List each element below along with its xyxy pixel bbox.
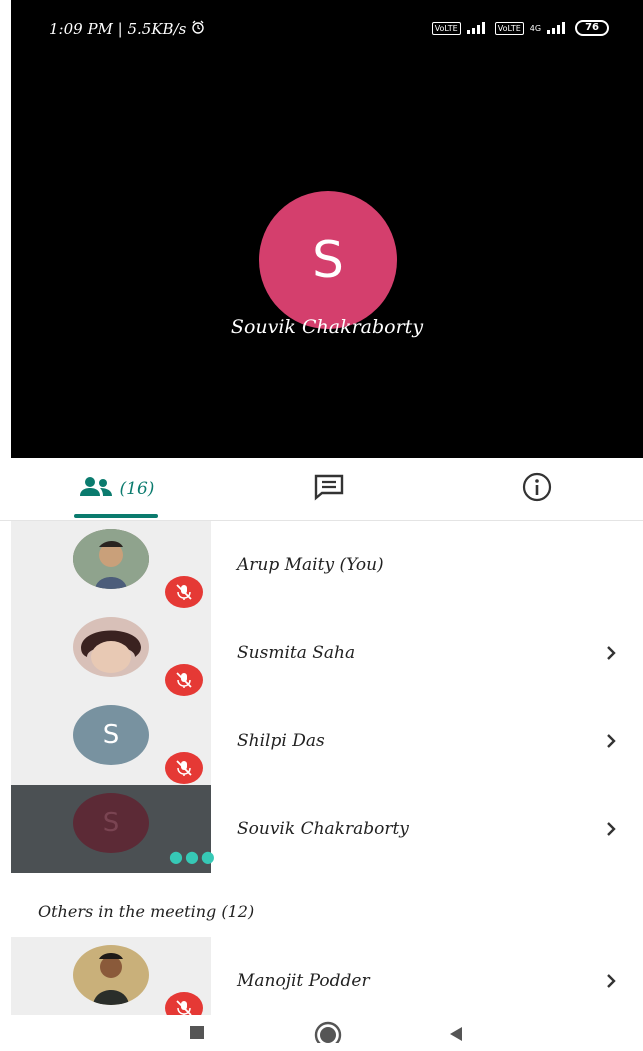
signal-icon-1 bbox=[466, 22, 489, 34]
chevron-right-icon[interactable] bbox=[605, 609, 617, 697]
tab-chat[interactable] bbox=[307, 458, 351, 520]
speaker-name: Souvik Chakraborty bbox=[230, 316, 424, 338]
chevron-right-icon[interactable] bbox=[605, 937, 617, 1025]
speaking-dots-icon: ●●● bbox=[169, 847, 217, 866]
participant-row[interactable]: S Shilpi Das bbox=[0, 697, 643, 785]
avatar bbox=[73, 529, 149, 589]
participant-row[interactable]: S ●●● Souvik Chakraborty bbox=[0, 785, 643, 873]
signal-icon-2 bbox=[547, 22, 569, 34]
avatar bbox=[73, 617, 149, 677]
participant-thumb bbox=[11, 937, 211, 1025]
square-icon[interactable] bbox=[188, 1021, 206, 1043]
muted-mic-icon bbox=[165, 752, 203, 784]
avatar bbox=[73, 945, 149, 1005]
chevron-right-icon[interactable] bbox=[605, 785, 617, 873]
circle-icon[interactable] bbox=[313, 1021, 343, 1049]
participant-name: Arup Maity (You) bbox=[237, 555, 384, 575]
participant-name: Manojit Podder bbox=[237, 971, 370, 991]
participant-name: Susmita Saha bbox=[237, 643, 356, 663]
status-bar: 1:09 PM | 5.5KB/s VoLTE VoLTE 4G 76 bbox=[11, 0, 643, 56]
chevron-right-icon[interactable] bbox=[605, 697, 617, 785]
speaker-avatar: S bbox=[259, 191, 397, 329]
others-heading: Others in the meeting (12) bbox=[38, 902, 255, 921]
participant-thumb: S bbox=[11, 697, 211, 785]
participant-thumb: S ●●● bbox=[11, 785, 215, 873]
participant-name: Shilpi Das bbox=[237, 731, 325, 751]
network-type: 4G bbox=[529, 23, 542, 33]
tab-info[interactable] bbox=[515, 458, 559, 520]
muted-mic-icon bbox=[165, 576, 203, 608]
chat-icon bbox=[313, 473, 345, 505]
participant-row[interactable]: Susmita Saha bbox=[0, 609, 643, 697]
avatar: S bbox=[73, 705, 149, 765]
volte-badge-2: VoLTE bbox=[494, 21, 524, 35]
participant-row[interactable]: Arup Maity (You) bbox=[0, 521, 643, 609]
status-icons: VoLTE VoLTE 4G 76 bbox=[431, 20, 609, 36]
triangle-back-icon[interactable] bbox=[446, 1021, 466, 1045]
volte-badge-1: VoLTE bbox=[431, 21, 461, 35]
avatar: S bbox=[73, 793, 149, 853]
muted-mic-icon bbox=[165, 664, 203, 696]
battery-indicator: 76 bbox=[575, 20, 609, 36]
video-stage[interactable]: 1:09 PM | 5.5KB/s VoLTE VoLTE 4G 76 S So… bbox=[11, 0, 643, 458]
participant-row[interactable]: Manojit Podder bbox=[0, 937, 643, 1025]
active-tab-indicator bbox=[74, 514, 158, 518]
info-icon bbox=[521, 471, 553, 507]
participant-thumb bbox=[11, 521, 211, 609]
participant-thumb bbox=[11, 609, 211, 697]
participant-count: (16) bbox=[119, 479, 155, 499]
status-time: 1:09 PM | 5.5KB/s bbox=[49, 20, 205, 38]
people-icon bbox=[78, 476, 114, 502]
tab-bar: (16) bbox=[0, 458, 643, 521]
alarm-icon bbox=[191, 20, 205, 38]
participant-name: Souvik Chakraborty bbox=[237, 819, 409, 839]
tab-participants[interactable]: (16) bbox=[72, 458, 160, 520]
status-time-text: 1:09 PM | 5.5KB/s bbox=[49, 20, 187, 38]
navigation-bar bbox=[0, 1015, 643, 1051]
